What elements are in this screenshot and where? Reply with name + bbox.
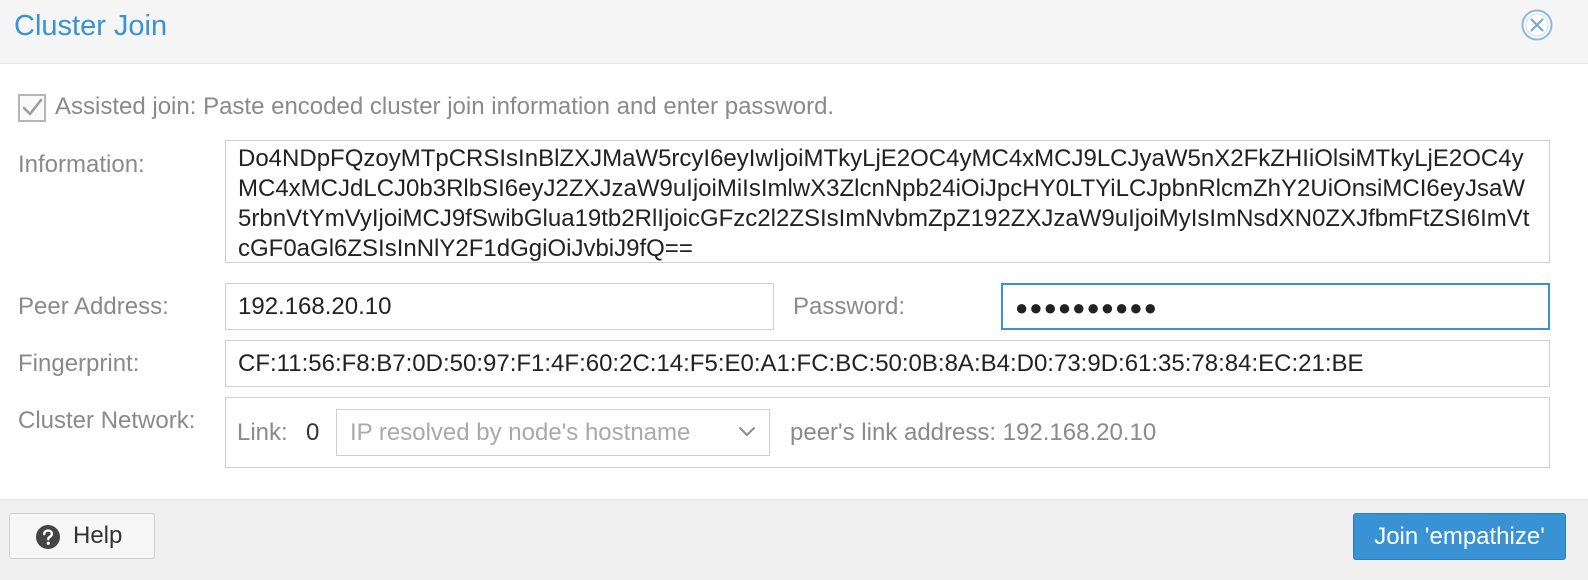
dialog-title: Cluster Join <box>14 10 168 42</box>
assisted-join-label: Assisted join: Paste encoded cluster joi… <box>55 93 835 120</box>
link-label: Link: <box>237 419 288 446</box>
password-label: Password: <box>793 293 906 320</box>
password-input[interactable]: ●●●●●●●●●● <box>1001 283 1550 330</box>
cluster-network-panel: Link: 0 IP resolved by node's hostname p… <box>225 397 1550 468</box>
information-label: Information: <box>18 151 145 178</box>
close-circle-icon <box>1521 9 1553 41</box>
fingerprint-label: Fingerprint: <box>18 350 140 377</box>
cluster-network-label: Cluster Network: <box>18 407 196 434</box>
join-cluster-button[interactable]: Join 'empathize' <box>1353 513 1566 560</box>
peer-address-input[interactable]: 192.168.20.10 <box>225 283 774 330</box>
close-button[interactable] <box>1521 9 1553 41</box>
peer-link-address-text: peer's link address: 192.168.20.10 <box>790 419 1157 446</box>
peer-address-label: Peer Address: <box>18 293 169 320</box>
link-address-select[interactable]: IP resolved by node's hostname <box>336 409 770 456</box>
link-number: 0 <box>306 419 320 446</box>
checkbox-checked-icon <box>22 98 43 116</box>
help-button[interactable]: Help <box>9 513 155 559</box>
fingerprint-input[interactable]: CF:11:56:F8:B7:0D:50:97:F1:4F:60:2C:14:F… <box>225 340 1550 387</box>
information-textarea[interactable]: Do4NDpFQzoyMTpCRSIsInBlZXJMaW5rcyI6eyIwI… <box>225 140 1550 263</box>
dialog-header: Cluster Join <box>0 0 1588 64</box>
chevron-down-icon[interactable] <box>737 424 757 440</box>
link-address-select-value: IP resolved by node's hostname <box>350 419 691 446</box>
question-circle-icon <box>36 525 60 549</box>
cluster-join-dialog: Cluster Join Assisted join: Paste encode… <box>0 0 1588 580</box>
assisted-join-checkbox[interactable] <box>18 94 46 122</box>
dialog-footer: Help Join 'empathize' <box>0 499 1588 580</box>
help-button-label: Help <box>73 522 123 549</box>
